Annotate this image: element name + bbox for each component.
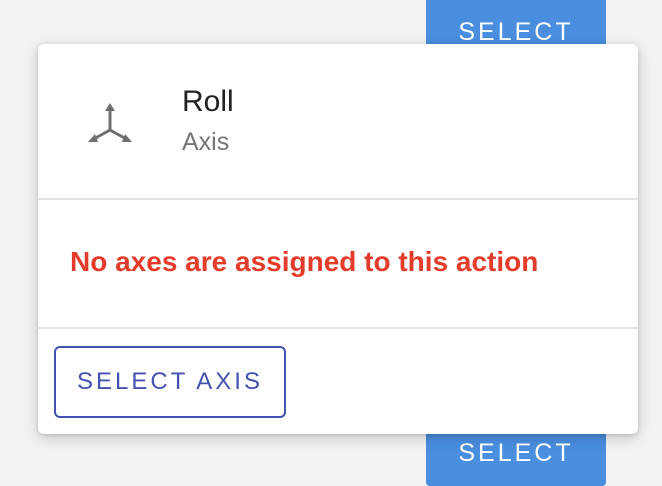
card-subtitle: Axis	[182, 128, 230, 156]
error-message: No axes are assigned to this action	[70, 246, 539, 277]
axis-card: Roll Axis No axes are assigned to this a…	[38, 44, 638, 434]
background-select-button-bottom[interactable]: SELECT	[426, 426, 606, 486]
card-title: Roll	[182, 85, 234, 118]
select-axis-button[interactable]: SELECT AXIS	[54, 346, 286, 418]
divider	[38, 198, 638, 200]
card-header: Roll Axis	[38, 44, 638, 198]
axis-3d-icon	[86, 100, 134, 148]
divider	[38, 327, 638, 329]
